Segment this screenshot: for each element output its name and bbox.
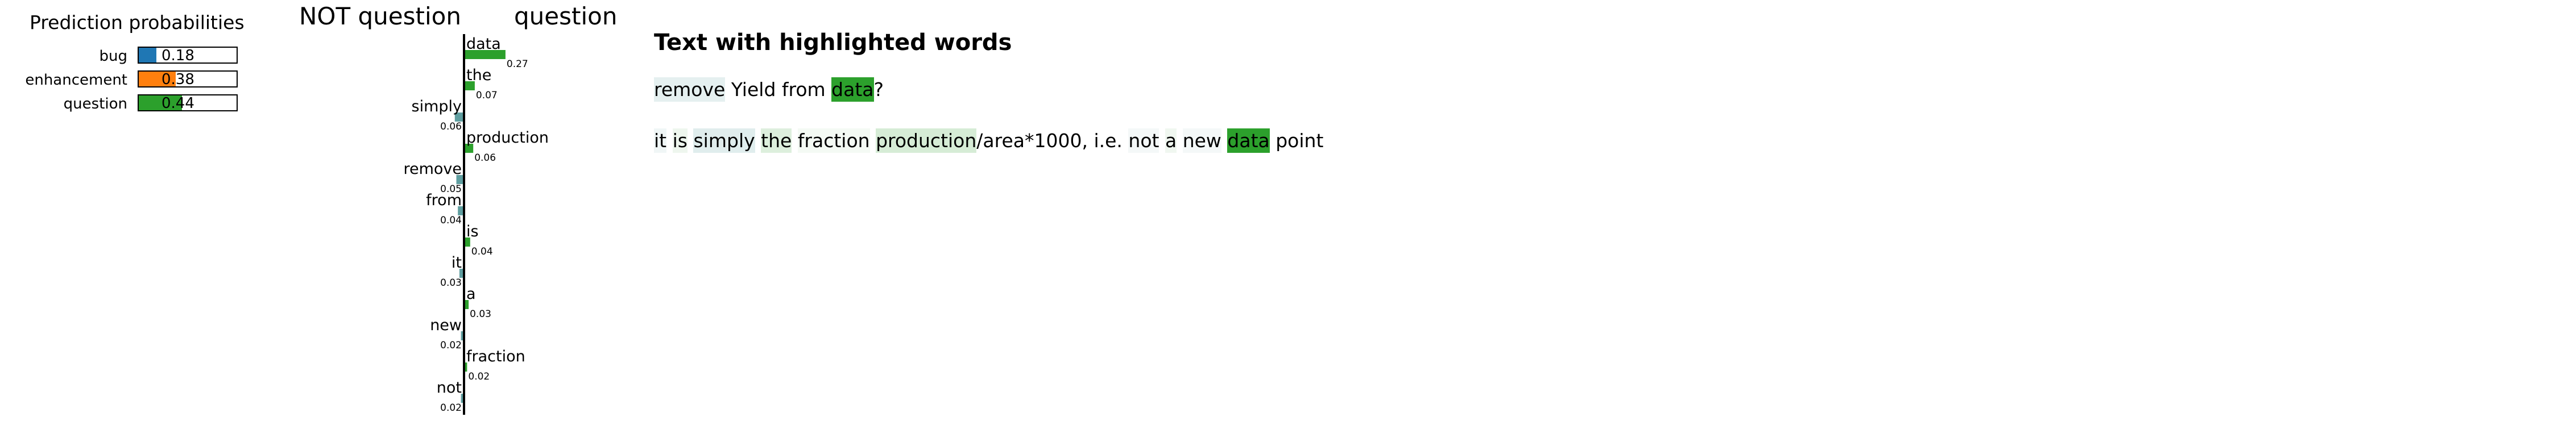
highlighted-word: new — [1182, 128, 1221, 153]
feature-value: 0.27 — [507, 59, 528, 70]
plain-text: Yield from — [725, 78, 832, 101]
prediction-row: bug 0.18 — [0, 47, 239, 66]
highlighted-word: data — [1227, 128, 1270, 153]
prediction-value: 0.38 — [161, 71, 194, 88]
feature-word: production — [466, 129, 549, 147]
prediction-bar-box: 0.38 — [138, 70, 238, 88]
highlighted-word: production — [876, 128, 977, 153]
highlighted-word: it — [654, 128, 667, 153]
plain-text — [1221, 128, 1228, 153]
feature-value: 0.03 — [470, 309, 491, 320]
plain-text — [1177, 128, 1183, 153]
plain-text: /area*1000, i.e. — [976, 130, 1129, 152]
feature-weight-chart: data 0.27 the 0.07 simply 0.06 production 0.06 r… — [403, 34, 549, 415]
feature-word: data — [466, 35, 501, 53]
feature-row: is 0.04 — [464, 223, 493, 257]
feature-value: 0.07 — [476, 90, 498, 101]
feature-value: 0.03 — [440, 277, 462, 289]
prediction-value: 0.18 — [161, 47, 194, 64]
feature-word: from — [426, 191, 462, 209]
positive-class-label: question — [514, 2, 618, 30]
prediction-class-label: enhancement — [25, 72, 127, 89]
prediction-class-label: bug — [99, 48, 128, 65]
feature-value: 0.02 — [440, 340, 462, 351]
plain-text — [688, 128, 694, 153]
feature-row: a 0.03 — [464, 285, 491, 320]
feature-word: the — [466, 66, 491, 84]
plain-text: point — [1269, 130, 1324, 152]
plain-text — [870, 128, 876, 153]
feature-word: is — [466, 223, 479, 240]
feature-word: it — [452, 254, 462, 272]
prediction-value: 0.44 — [161, 95, 194, 112]
highlighted-word: not — [1128, 128, 1159, 153]
feature-row: fraction 0.02 — [464, 348, 525, 382]
highlighted-word: simply — [693, 128, 755, 153]
plain-text — [1159, 128, 1165, 153]
feature-row: the 0.07 — [464, 66, 498, 101]
prediction-bar-box: 0.18 — [138, 47, 238, 64]
prediction-row: question 0.44 — [0, 94, 239, 114]
plain-text: ? — [873, 78, 884, 101]
feature-row: not 0.02 — [437, 379, 464, 414]
plain-text — [792, 128, 798, 153]
plain-text — [666, 128, 673, 153]
feature-row: from 0.04 — [426, 191, 464, 226]
feature-row: remove0.05 — [403, 160, 464, 195]
highlighted-text-title: Text with highlighted words — [654, 30, 1012, 56]
feature-row: simply 0.06 — [412, 98, 464, 132]
plain-text — [755, 128, 761, 153]
prediction-bar-box: 0.44 — [138, 94, 238, 111]
highlighted-word: data — [831, 77, 874, 102]
highlighted-word: the — [761, 128, 792, 153]
prediction-class-label: question — [63, 95, 127, 113]
highlighted-line: remove Yield from data? — [654, 77, 884, 102]
feature-word: new — [430, 316, 462, 334]
prediction-title: Prediction probabilities — [30, 11, 245, 34]
feature-row: data 0.27 — [464, 35, 528, 70]
feature-value: 0.06 — [474, 152, 496, 164]
feature-word: not — [437, 379, 462, 397]
feature-value: 0.02 — [468, 371, 490, 382]
feature-word: remove — [403, 160, 462, 178]
highlighted-line: it is simply the fraction production/are… — [654, 128, 1323, 153]
feature-word: fraction — [466, 348, 525, 365]
highlighted-word: is — [672, 128, 688, 153]
feature-row: production 0.06 — [464, 129, 549, 164]
highlighted-word: a — [1165, 128, 1177, 153]
feature-value: 0.02 — [440, 402, 462, 414]
negative-class-label: NOT question — [299, 2, 461, 30]
feature-word: a — [466, 285, 476, 303]
feature-value: 0.06 — [440, 121, 462, 132]
highlighted-word: remove — [654, 77, 726, 102]
feature-word: simply — [412, 98, 462, 115]
feature-value: 0.04 — [471, 246, 493, 257]
prediction-row: enhancement 0.38 — [0, 70, 239, 90]
highlighted-word: fraction — [797, 128, 870, 153]
feature-row: it 0.03 — [440, 254, 464, 289]
feature-value: 0.04 — [440, 215, 462, 226]
feature-row: new 0.02 — [430, 316, 464, 351]
